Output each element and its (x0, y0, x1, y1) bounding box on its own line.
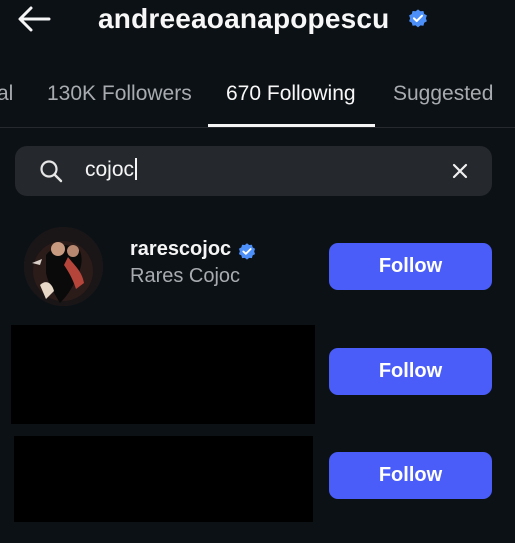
avatar-image (24, 227, 103, 306)
search-input[interactable]: cojoc (15, 146, 492, 196)
header: andreeaoanapopescu (0, 0, 515, 48)
tabs-divider (0, 127, 515, 128)
close-icon (452, 163, 468, 179)
follow-button[interactable]: Follow (329, 348, 492, 395)
search-icon (40, 160, 63, 183)
following-list-screen: andreeaoanapopescu al 130K Followers 670… (0, 0, 515, 543)
redacted-block (14, 436, 313, 522)
verified-badge-icon (409, 9, 427, 28)
arrow-left-icon (18, 6, 51, 32)
verified-badge-icon (238, 243, 256, 260)
tab-bar: al 130K Followers 670 Following Suggeste… (0, 74, 515, 130)
back-button[interactable] (14, 4, 54, 34)
tab-suggested[interactable]: Suggested (393, 82, 493, 106)
search-value: cojoc (85, 158, 137, 182)
redacted-block (11, 325, 315, 424)
tab-all[interactable]: al (0, 82, 13, 106)
tab-following[interactable]: 670 Following (226, 82, 356, 106)
username[interactable]: rarescojoc (130, 238, 231, 261)
search-text: cojoc (85, 158, 135, 181)
avatar[interactable] (24, 227, 103, 306)
follow-button[interactable]: Follow (329, 452, 492, 499)
clear-search-button[interactable] (447, 158, 473, 184)
page-title: andreeaoanapopescu (98, 3, 390, 34)
tab-followers[interactable]: 130K Followers (47, 82, 192, 106)
active-tab-indicator (208, 124, 375, 127)
follow-button[interactable]: Follow (329, 243, 492, 290)
full-name: Rares Cojoc (130, 265, 241, 287)
text-caret (135, 158, 137, 180)
